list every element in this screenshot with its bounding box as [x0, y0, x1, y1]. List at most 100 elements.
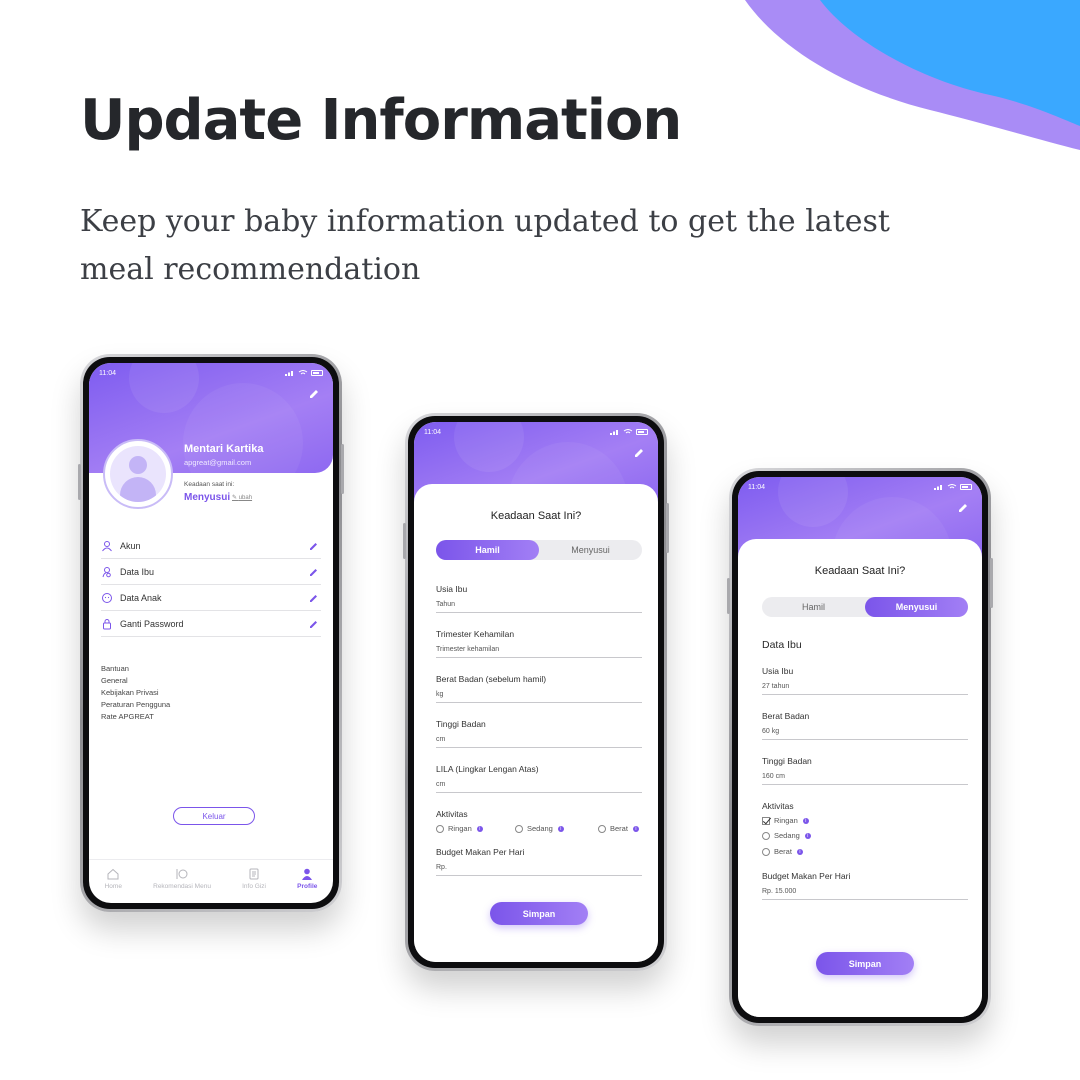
profile-screen: 11:04 Mentari Kartika apgreat@gmail.com … — [89, 363, 333, 903]
sheet-title: Keadaan Saat Ini? — [490, 510, 582, 522]
info-icon[interactable]: i — [476, 825, 483, 832]
phone-form-menyusui: 11:04 Keadaan Saat Ini? Hamil Menyusui D… — [727, 468, 993, 1026]
signal-icon — [285, 371, 293, 376]
radio-button — [598, 824, 606, 833]
radio-button — [762, 831, 770, 840]
radio-button — [515, 824, 523, 833]
clipboard-icon — [249, 868, 259, 880]
user-icon — [102, 540, 112, 551]
avatar[interactable] — [103, 439, 173, 509]
signal-icon — [610, 430, 618, 435]
info-icon[interactable]: i — [632, 825, 639, 832]
form-sheet: Keadaan Saat Ini? Hamil Menyusui Usia Ib… — [414, 484, 658, 962]
edit-icon[interactable] — [632, 446, 646, 460]
wifi-icon — [623, 429, 633, 434]
save-button[interactable]: Simpan — [816, 952, 914, 975]
info-icon[interactable]: i — [557, 825, 564, 832]
field-usia-ibu[interactable]: Usia Ibu Tahun — [436, 584, 642, 613]
field-trimester[interactable]: Trimester Kehamilan Trimester kehamilan — [436, 629, 642, 658]
toggle-menyusui[interactable]: Menyusui — [539, 540, 642, 560]
radio-sedang[interactable]: Sedang i — [515, 824, 564, 833]
status-bar: 11:04 — [99, 367, 323, 379]
activity-label: Aktivitas — [762, 801, 794, 811]
toggle-hamil[interactable]: Hamil — [762, 597, 865, 617]
info-icon[interactable]: i — [802, 817, 809, 824]
field-budget[interactable]: Budget Makan Per Hari Rp. — [436, 847, 642, 876]
field-berat-badan[interactable]: Berat Badan (sebelum hamil) kg — [436, 674, 642, 703]
menu-item-data-anak[interactable]: Data Anak — [101, 585, 321, 611]
radio-sedang[interactable]: Sedang i — [762, 831, 811, 840]
profile-icon — [302, 868, 313, 880]
lock-icon — [103, 618, 111, 629]
edit-icon[interactable] — [956, 501, 970, 515]
edit-profile-icon[interactable] — [307, 387, 321, 401]
home-icon — [107, 868, 119, 880]
checked-icon — [762, 816, 770, 825]
link-kebijakan-privasi[interactable]: Kebijakan Privasi — [101, 687, 170, 699]
state-toggle: Hamil Menyusui — [762, 597, 968, 617]
tab-home[interactable]: Home — [105, 867, 122, 890]
link-rate-app[interactable]: Rate APGREAT — [101, 711, 170, 723]
wifi-icon — [947, 484, 957, 489]
profile-name: Mentari Kartika — [184, 443, 264, 455]
form-hamil-screen: 11:04 Keadaan Saat Ini? Hamil Menyusui U… — [414, 422, 658, 962]
info-icon[interactable]: i — [796, 848, 803, 855]
status-bar: 11:04 — [748, 481, 972, 493]
logout-button[interactable]: Keluar — [173, 807, 255, 825]
battery-icon — [636, 429, 648, 435]
toggle-hamil[interactable]: Hamil — [436, 540, 539, 560]
link-bantuan[interactable]: Bantuan — [101, 663, 170, 675]
edit-icon[interactable] — [309, 593, 319, 603]
status-time: 11:04 — [424, 428, 441, 436]
field-budget[interactable]: Budget Makan Per Hari Rp. 15.000 — [762, 871, 968, 900]
section-data-ibu: Data Ibu — [762, 639, 802, 651]
field-tinggi-badan[interactable]: Tinggi Badan 160 cm — [762, 756, 968, 785]
edit-icon[interactable] — [309, 619, 319, 629]
signal-icon — [934, 485, 942, 490]
state-edit-link[interactable]: ✎ ubah — [232, 494, 252, 501]
baby-icon — [102, 592, 112, 603]
info-icon[interactable]: i — [804, 832, 811, 839]
link-peraturan-pengguna[interactable]: Peraturan Pengguna — [101, 699, 170, 711]
tab-profile[interactable]: Profile — [297, 867, 317, 890]
field-berat-badan[interactable]: Berat Badan 60 kg — [762, 711, 968, 740]
menu-item-ganti-password[interactable]: Ganti Password — [101, 611, 321, 637]
radio-ringan[interactable]: Ringan i — [436, 824, 483, 833]
link-general[interactable]: General — [101, 675, 170, 687]
radio-ringan[interactable]: Ringan i — [762, 816, 809, 825]
state-label: Keadaan saat ini: — [184, 481, 235, 488]
bottom-tab-bar: Home Rekomendasi Menu Info Gizi Profile — [89, 859, 333, 903]
edit-icon[interactable] — [309, 567, 319, 577]
page-title: Update Information — [80, 88, 682, 153]
tab-rekomendasi-menu[interactable]: Rekomendasi Menu — [153, 867, 211, 890]
save-button[interactable]: Simpan — [490, 902, 588, 925]
battery-icon — [960, 484, 972, 490]
tab-info-gizi[interactable]: Info Gizi — [242, 867, 266, 890]
radio-berat[interactable]: Berat i — [762, 847, 803, 856]
state-value: Menyusui — [184, 492, 231, 503]
phone-form-hamil: 11:04 Keadaan Saat Ini? Hamil Menyusui U… — [403, 413, 669, 971]
state-toggle: Hamil Menyusui — [436, 540, 642, 560]
profile-menu: Akun Data Ibu Data Anak Ganti Password — [101, 533, 321, 637]
profile-email: apgreat@gmail.com — [184, 458, 252, 467]
status-time: 11:04 — [99, 369, 116, 377]
toggle-menyusui[interactable]: Menyusui — [865, 597, 968, 617]
radio-berat[interactable]: Berat i — [598, 824, 639, 833]
field-usia-ibu[interactable]: Usia Ibu 27 tahun — [762, 666, 968, 695]
menu-item-akun[interactable]: Akun — [101, 533, 321, 559]
status-time: 11:04 — [748, 483, 765, 491]
field-tinggi-badan[interactable]: Tinggi Badan cm — [436, 719, 642, 748]
form-menyusui-screen: 11:04 Keadaan Saat Ini? Hamil Menyusui D… — [738, 477, 982, 1017]
radio-button — [436, 824, 444, 833]
battery-icon — [311, 370, 323, 376]
phone-profile: 11:04 Mentari Kartika apgreat@gmail.com … — [78, 354, 344, 912]
menu-item-data-ibu[interactable]: Data Ibu — [101, 559, 321, 585]
form-sheet: Keadaan Saat Ini? Hamil Menyusui Data Ib… — [738, 539, 982, 1017]
edit-icon[interactable] — [309, 541, 319, 551]
help-links: Bantuan General Kebijakan Privasi Peratu… — [101, 663, 170, 723]
field-lila[interactable]: LILA (Lingkar Lengan Atas) cm — [436, 764, 642, 793]
avatar-placeholder-icon — [110, 446, 166, 502]
sheet-title: Keadaan Saat Ini? — [814, 565, 906, 577]
page-subtitle: Keep your baby information updated to ge… — [80, 204, 890, 287]
wifi-icon — [298, 370, 308, 375]
